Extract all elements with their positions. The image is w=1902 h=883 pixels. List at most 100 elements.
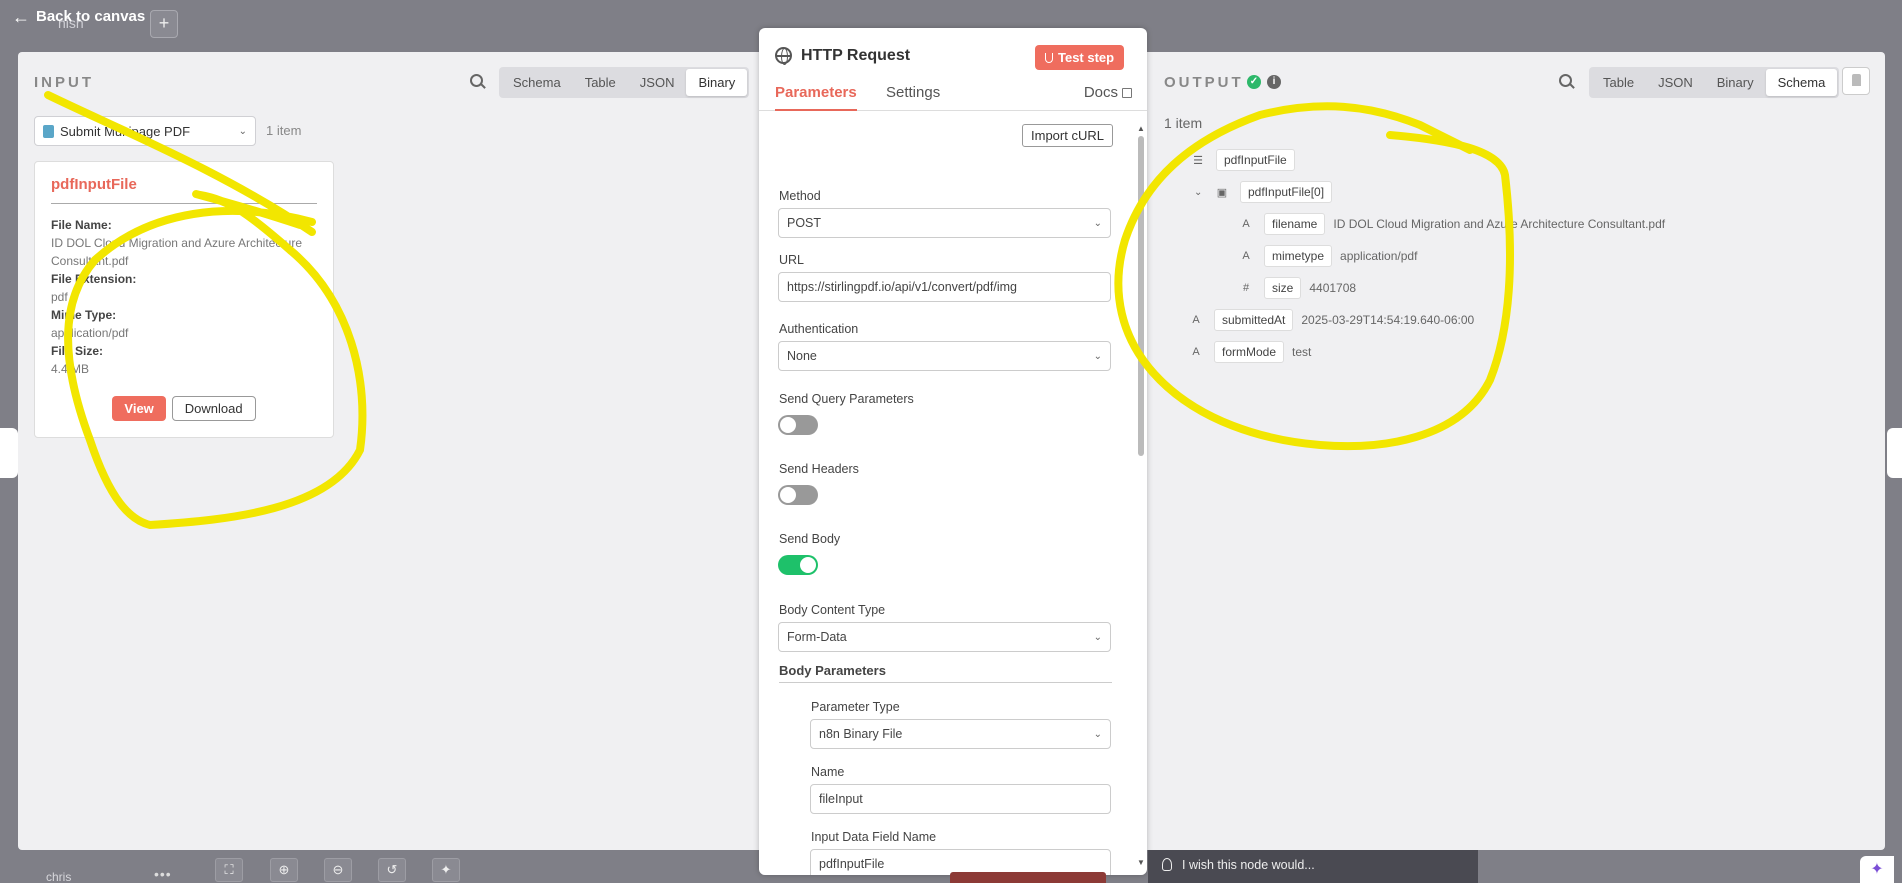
test-step-label: Test step — [1058, 50, 1115, 65]
search-icon[interactable] — [1559, 74, 1575, 90]
parameter-type-select[interactable]: n8n Binary File ⌄ — [810, 719, 1111, 749]
schema-value: application/pdf — [1340, 249, 1418, 263]
cube-icon: ▣ — [1216, 186, 1228, 199]
chevron-down-icon: ⌄ — [1093, 217, 1102, 229]
input-tab-json[interactable]: JSON — [628, 69, 687, 96]
authentication-value: None — [787, 349, 817, 363]
parameter-type-value: n8n Binary File — [819, 727, 903, 741]
fit-view-icon[interactable]: ⛶ — [215, 858, 243, 882]
send-query-label: Send Query Parameters — [779, 392, 914, 406]
chevron-down-icon: ⌄ — [238, 125, 247, 137]
add-node-button[interactable]: + — [150, 10, 178, 38]
schema-value: 2025-03-29T14:54:19.640-06:00 — [1301, 313, 1475, 327]
input-tab-table[interactable]: Table — [573, 69, 628, 96]
output-tab-binary[interactable]: Binary — [1705, 69, 1766, 96]
scroll-thumb[interactable] — [1138, 136, 1144, 456]
body-parameters-title: Body Parameters — [779, 663, 1112, 683]
input-data-field-label: Input Data Field Name — [811, 830, 937, 844]
execute-button-strip[interactable] — [950, 872, 1106, 883]
tidy-up-icon[interactable]: ✦ — [432, 858, 460, 882]
mime-type-value: application/pdf — [51, 326, 129, 340]
test-step-button[interactable]: Test step — [1035, 45, 1125, 70]
schema-value: test — [1292, 345, 1312, 359]
schema-row-root[interactable]: ⌄ ☰ pdfInputFile — [1170, 149, 1295, 171]
file-extension-value: pdf — [51, 290, 68, 304]
node-header: HTTP Request Test step — [759, 28, 1147, 70]
download-button[interactable]: Download — [171, 396, 256, 421]
output-tab-schema[interactable]: Schema — [1765, 69, 1838, 96]
schema-value: ID DOL Cloud Migration and Azure Archite… — [1333, 217, 1666, 231]
mime-type-label: Mime Type: — [51, 308, 117, 322]
feedback-text[interactable]: I wish this node would... — [1182, 858, 1315, 872]
back-to-canvas-link[interactable]: ← Back to canvas — [12, 6, 145, 27]
pin-data-button[interactable] — [1842, 67, 1870, 95]
schema-row-child[interactable]: ⌄ ▣ pdfInputFile[0] — [1194, 181, 1333, 203]
name-input[interactable]: fileInput — [810, 784, 1111, 814]
parameter-type-label: Parameter Type — [811, 700, 900, 714]
output-tab-json[interactable]: JSON — [1646, 69, 1705, 96]
scrollbar[interactable]: ▲ ▼ — [1137, 124, 1145, 867]
url-input[interactable]: https://stirlingpdf.io/api/v1/convert/pd… — [778, 272, 1111, 302]
chevron-down-icon[interactable]: ⌄ — [1194, 187, 1204, 198]
docs-link[interactable]: Docs — [1084, 84, 1132, 101]
check-circle-icon: ✓ — [1247, 75, 1261, 89]
search-icon[interactable] — [470, 74, 486, 90]
input-node-select-value: Submit Multipage PDF — [60, 123, 191, 139]
pin-icon — [1852, 74, 1861, 86]
input-tab-binary[interactable]: Binary — [686, 69, 748, 96]
schema-key[interactable]: pdfInputFile — [1216, 149, 1295, 171]
file-name-label: File Name: — [51, 218, 112, 232]
body-content-type-select[interactable]: Form-Data ⌄ — [778, 622, 1111, 652]
send-headers-toggle[interactable] — [778, 485, 818, 505]
schema-key[interactable]: formMode — [1214, 341, 1285, 363]
tab-parameters[interactable]: Parameters — [775, 84, 857, 111]
output-title: OUTPUT — [1164, 74, 1244, 91]
chevron-down-icon[interactable]: ⌄ — [1170, 155, 1180, 166]
send-query-toggle[interactable] — [778, 415, 818, 435]
left-drag-handle[interactable] — [0, 428, 18, 478]
node-title[interactable]: HTTP Request — [801, 47, 910, 65]
input-display-tabs: Schema Table JSON Binary — [499, 67, 750, 98]
schema-key[interactable]: pdfInputFile[0] — [1240, 181, 1333, 203]
send-body-toggle[interactable] — [778, 555, 818, 575]
node-settings-panel: HTTP Request Test step Parameters Settin… — [759, 28, 1147, 875]
file-extension-label: File Extension: — [51, 272, 137, 286]
chevron-down-icon: ⌄ — [1093, 728, 1102, 740]
name-label: Name — [811, 765, 845, 779]
schema-row-size: # size 4401708 — [1236, 277, 1356, 299]
arrow-left-icon: ← — [12, 6, 30, 27]
view-button[interactable]: View — [112, 396, 166, 421]
info-icon[interactable]: i — [1267, 75, 1281, 89]
send-headers-label: Send Headers — [779, 462, 859, 476]
string-type-icon: A — [1242, 218, 1250, 230]
schema-key[interactable]: submittedAt — [1214, 309, 1294, 331]
ai-assistant-icon[interactable]: ✦ — [1860, 856, 1894, 883]
tab-settings[interactable]: Settings — [886, 84, 940, 109]
input-tab-schema[interactable]: Schema — [501, 69, 573, 96]
import-curl-button[interactable]: Import cURL — [1022, 124, 1113, 147]
authentication-select[interactable]: None ⌄ — [778, 341, 1111, 371]
list-icon: ☰ — [1193, 154, 1203, 167]
lightbulb-icon — [1162, 858, 1172, 871]
input-panel: INPUT Schema Table JSON Binary Submit Mu… — [18, 52, 758, 850]
url-value: https://stirlingpdf.io/api/v1/convert/pd… — [787, 280, 1017, 294]
zoom-in-icon[interactable]: ⊕ — [270, 858, 298, 882]
file-size-value: 4.4 MB — [51, 362, 90, 376]
undo-icon[interactable]: ↺ — [378, 858, 406, 882]
schema-key[interactable]: size — [1264, 277, 1302, 299]
schema-key[interactable]: filename — [1264, 213, 1326, 235]
schema-key[interactable]: mimetype — [1264, 245, 1333, 267]
chevron-down-icon: ⌄ — [1093, 350, 1102, 362]
output-panel: OUTPUT ✓ i Table JSON Binary Schema 1 it… — [1148, 52, 1885, 850]
more-icon[interactable]: ••• — [154, 866, 172, 882]
send-body-label: Send Body — [779, 532, 841, 546]
number-type-icon: # — [1242, 282, 1250, 294]
right-drag-handle[interactable] — [1887, 428, 1902, 478]
zoom-out-icon[interactable]: ⊖ — [324, 858, 352, 882]
binary-card-actions: View Download — [35, 396, 333, 421]
input-node-select[interactable]: Submit Multipage PDF ⌄ — [34, 116, 256, 146]
docs-label: Docs — [1083, 84, 1118, 101]
method-select[interactable]: POST ⌄ — [778, 208, 1111, 238]
output-tab-table[interactable]: Table — [1591, 69, 1646, 96]
scroll-up-icon[interactable]: ▲ — [1137, 124, 1145, 133]
